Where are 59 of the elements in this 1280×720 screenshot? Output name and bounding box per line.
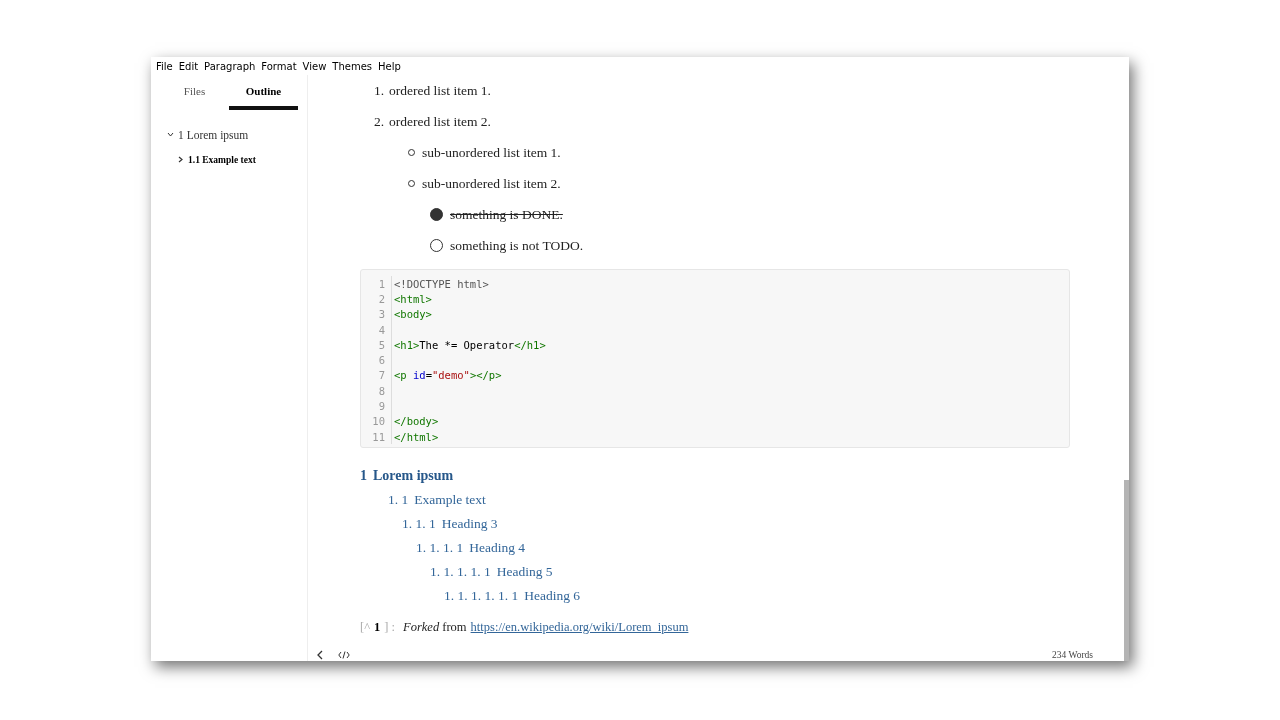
code-line: <body> (393, 308, 432, 321)
line-number: 7 (361, 367, 392, 384)
list-number: 2. (372, 113, 384, 130)
list-item: sub-unordered list item 2. (422, 175, 561, 192)
word-count: 234 Words (1051, 650, 1093, 660)
code-icon[interactable] (338, 650, 350, 660)
line-number: 4 (361, 321, 392, 338)
heading-link[interactable]: Heading 5 (496, 564, 553, 581)
line-number: 11 (361, 428, 392, 445)
heading-link[interactable]: Heading 4 (469, 540, 526, 557)
footnote-bracket: ] : (384, 620, 396, 636)
sidebar-tab[interactable]: Outline (229, 81, 298, 110)
line-number: 9 (361, 398, 392, 414)
menu-item[interactable]: Paragraph (202, 61, 260, 72)
menu-item[interactable]: View (300, 61, 331, 72)
sidebar-tab[interactable]: Files (160, 81, 229, 110)
menu-item[interactable]: File (154, 61, 177, 72)
menu-item[interactable]: Themes (330, 61, 377, 72)
outline-item[interactable]: 1.1 Example text (188, 154, 256, 165)
back-icon[interactable] (316, 650, 324, 660)
line-number: 8 (361, 383, 392, 399)
heading-link[interactable]: Example text (414, 492, 486, 509)
code-line: <p id="demo"></p> (393, 369, 502, 382)
line-number: 3 (361, 306, 392, 322)
task-checkbox[interactable] (430, 208, 443, 221)
line-number: 5 (361, 337, 392, 353)
heading-link[interactable]: Lorem ipsum (373, 468, 454, 485)
code-line: <h1>The *= Operator</h1> (393, 338, 546, 351)
outline-item[interactable]: 1 Lorem ipsum (178, 128, 249, 141)
line-number: 2 (361, 291, 392, 307)
code-line: <!DOCTYPE html> (393, 277, 489, 290)
task-text: something is not TODO. (450, 237, 583, 254)
line-number: 6 (361, 352, 392, 368)
list-item: ordered list item 1. (389, 82, 491, 99)
list-item: sub-unordered list item 1. (422, 144, 561, 161)
heading-number: 1. 1 (388, 492, 409, 509)
heading-link[interactable]: Heading 3 (441, 516, 498, 533)
heading-number: 1. 1. 1 (402, 516, 436, 533)
footnote-link[interactable]: https://en.wikipedia.org/wiki/Lorem_ipsum (470, 620, 689, 636)
menu-item[interactable]: Help (376, 61, 405, 72)
line-number: 10 (361, 413, 392, 429)
heading-number: 1. 1. 1. 1. 1 (430, 564, 491, 581)
scrollbar[interactable] (1124, 480, 1129, 661)
heading-number: 1. 1. 1. 1 (416, 540, 464, 557)
code-line: <html> (393, 292, 432, 305)
footnote-text: Forked from (403, 620, 467, 636)
list-number: 1. (372, 82, 384, 99)
footnote-bracket: [^ (360, 620, 371, 636)
line-number: 1 (361, 276, 392, 292)
menu-item[interactable]: Format (259, 61, 301, 72)
heading-number: 1 (360, 468, 367, 485)
heading-link[interactable]: Heading 6 (524, 588, 581, 605)
task-text: something is DONE. (450, 206, 563, 223)
code-line: </body> (393, 415, 439, 428)
footnote-number: 1 (374, 620, 381, 636)
menu-item[interactable]: Edit (176, 61, 203, 72)
heading-number: 1. 1. 1. 1. 1. 1 (444, 588, 519, 605)
list-item: ordered list item 2. (389, 113, 491, 130)
code-line: </html> (393, 430, 439, 443)
